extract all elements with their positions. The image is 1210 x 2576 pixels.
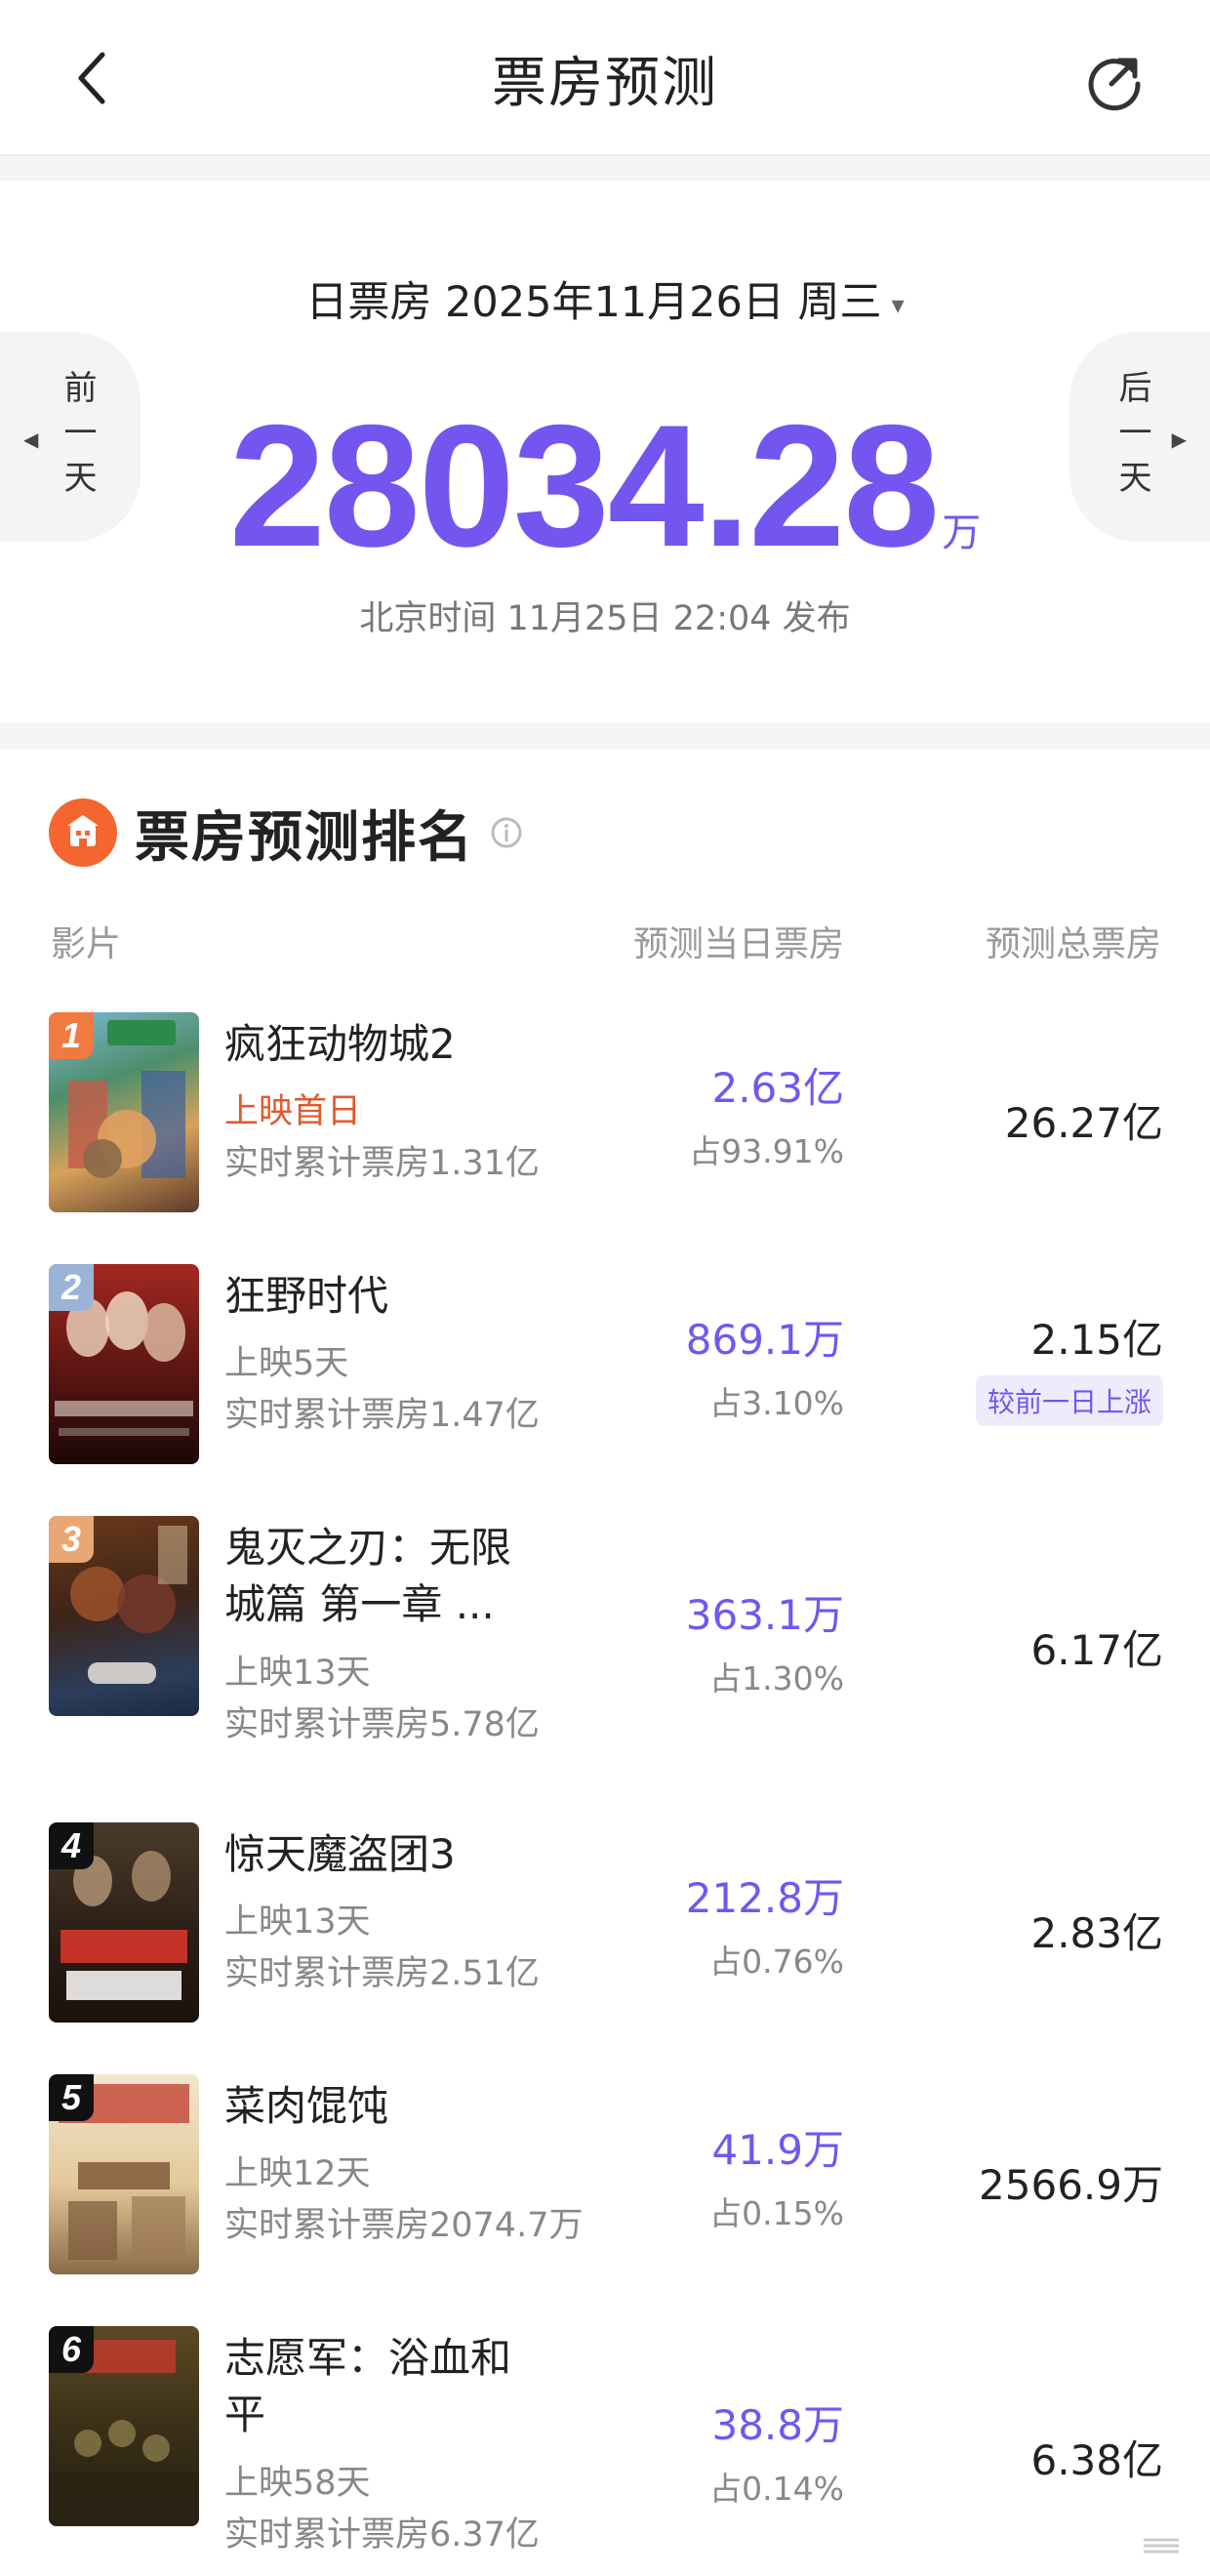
section-divider (0, 156, 1210, 181)
predicted-total-box-office: 6.38亿 (1030, 2436, 1163, 2484)
daily-share: 占3.10% (709, 1384, 844, 1422)
next-day-label: 后一天 (1112, 369, 1151, 505)
predicted-total-box-office: 2566.9万 (979, 2161, 1163, 2209)
movie-cumulative: 实时累计票房6.37亿 (224, 2515, 540, 2555)
predicted-total-box-office: 2.15亿 (1030, 1316, 1163, 1364)
share-refresh-icon (1088, 58, 1141, 111)
movie-title-continued: 城篇 第一章 ... (224, 1580, 495, 1628)
movie-title-continued: 平 (224, 2391, 266, 2438)
column-header-daily: 预测当日票房 (632, 924, 844, 964)
rank-badge: 2 (49, 1264, 94, 1311)
dropdown-caret-icon: ▾ (891, 290, 905, 320)
daily-share: 占0.15% (709, 2194, 844, 2232)
top-bar: 票房预测 (0, 0, 1210, 156)
movie-poster: 2 (49, 1264, 199, 1464)
movie-row[interactable]: 5 菜肉馄饨 上映12天 实时累计票房2074.7万 41.9万 占0.15% … (0, 2074, 1210, 2309)
movie-cumulative: 实时累计票房2074.7万 (224, 2206, 584, 2245)
date-label: 日票房 2025年11月26日 周三 (305, 278, 882, 327)
movie-status: 上映首日 (224, 1092, 362, 1131)
movie-status: 上映12天 (224, 2154, 371, 2193)
movie-status: 上映13天 (224, 1654, 371, 1693)
movie-poster: 5 (49, 2074, 199, 2274)
predicted-daily-box-office: 212.8万 (685, 1874, 844, 1922)
trend-badge: 较前一日上涨 (975, 1375, 1163, 1426)
movie-row[interactable]: 2 狂野时代 上映5天 实时累计票房1.47亿 869.1万 占3.10% 2.… (0, 1264, 1210, 1498)
movie-title: 鬼灭之刃：无限 (224, 1524, 512, 1572)
total-value: 28034.28 (228, 388, 940, 583)
info-icon[interactable] (490, 816, 523, 849)
movie-row[interactable]: 4 惊天魔盗团3 上映13天 实时累计票房2.51亿 212.8万 占0.76%… (0, 1822, 1210, 2057)
movie-title: 菜肉馄饨 (224, 2082, 389, 2130)
predicted-total-box-office: 2.83亿 (1030, 1909, 1163, 1957)
column-header-film: 影片 (51, 924, 122, 964)
movie-title: 惊天魔盗团3 (224, 1830, 456, 1878)
movie-row[interactable]: 6 志愿军：浴血和 平 上映58天 实时累计票房6.37亿 38.8万 占0.1… (0, 2326, 1210, 2576)
movie-poster: 4 (49, 1822, 199, 2023)
daily-share: 占1.30% (709, 1659, 844, 1697)
movie-row[interactable]: 1 疯狂动物城2 上映首日 实时累计票房1.31亿 2.63亿 占93.91% … (0, 1012, 1210, 1247)
daily-share: 占93.91% (689, 1132, 844, 1170)
daily-total-card: ◀ 前一天 日票房 2025年11月26日 周三 ▾ 28034.28 万 北京时间… (0, 181, 1210, 722)
movie-poster: 1 (49, 1012, 199, 1212)
publish-time: 北京时间 11月25日 22:04 发布 (359, 599, 851, 638)
predicted-total-box-office: 26.27亿 (1004, 1099, 1163, 1147)
daily-share: 占0.76% (709, 1942, 844, 1981)
daily-share: 占0.14% (709, 2470, 844, 2508)
movie-status: 上映58天 (224, 2464, 371, 2503)
ranking-header: 票房预测排名 (49, 794, 523, 872)
movie-cumulative: 实时累计票房2.51亿 (224, 1954, 540, 1993)
movie-poster: 3 (49, 1516, 199, 1716)
predicted-daily-box-office: 41.9万 (711, 2126, 844, 2174)
predicted-daily-box-office: 2.63亿 (711, 1064, 844, 1112)
movie-title: 志愿军：浴血和 (224, 2334, 512, 2382)
rank-badge: 3 (49, 1516, 94, 1563)
caret-right-icon: ▶ (1171, 428, 1187, 451)
rank-badge: 4 (49, 1822, 94, 1869)
box-office-logo-icon (49, 798, 117, 867)
movie-status: 上映5天 (224, 1344, 349, 1383)
movie-poster: 6 (49, 2326, 199, 2526)
column-headers: 影片 预测当日票房 预测总票房 (0, 916, 1210, 964)
movie-cumulative: 实时累计票房5.78亿 (224, 1705, 540, 1744)
predicted-daily-box-office: 363.1万 (685, 1591, 844, 1639)
menu-lines-icon (1144, 2538, 1179, 2554)
rank-badge: 5 (49, 2074, 94, 2121)
total-unit: 万 (942, 511, 982, 555)
predicted-total-box-office: 6.17亿 (1030, 1626, 1163, 1674)
rank-badge: 6 (49, 2326, 94, 2373)
page-title: 票房预测 (492, 52, 718, 115)
movie-status: 上映13天 (224, 1902, 371, 1942)
total-box-office: 28034.28 万 (0, 386, 1210, 586)
predicted-daily-box-office: 869.1万 (685, 1316, 844, 1364)
ranking-section: 票房预测排名 影片 预测当日票房 预测总票房 1 疯狂动物城2 上映首日 实时累… (0, 750, 1210, 2576)
movie-cumulative: 实时累计票房1.47亿 (224, 1396, 540, 1435)
movie-cumulative: 实时累计票房1.31亿 (224, 1144, 540, 1183)
section-divider (0, 722, 1210, 750)
movie-title: 狂野时代 (224, 1272, 389, 1320)
ranking-title: 票房预测排名 (135, 805, 474, 870)
predicted-daily-box-office: 38.8万 (711, 2401, 844, 2449)
rank-badge: 1 (49, 1012, 94, 1059)
movie-title: 疯狂动物城2 (224, 1020, 456, 1068)
share-button[interactable] (1077, 44, 1151, 118)
column-header-total: 预测总票房 (985, 924, 1161, 964)
date-selector[interactable]: 日票房 2025年11月26日 周三 ▾ (0, 268, 1210, 329)
next-day-button[interactable]: 后一天 ▶ (1069, 332, 1210, 542)
movie-row[interactable]: 3 鬼灭之刃：无限 城篇 第一章 ... 上映13天 实时累计票房5.78亿 3… (0, 1516, 1210, 1799)
